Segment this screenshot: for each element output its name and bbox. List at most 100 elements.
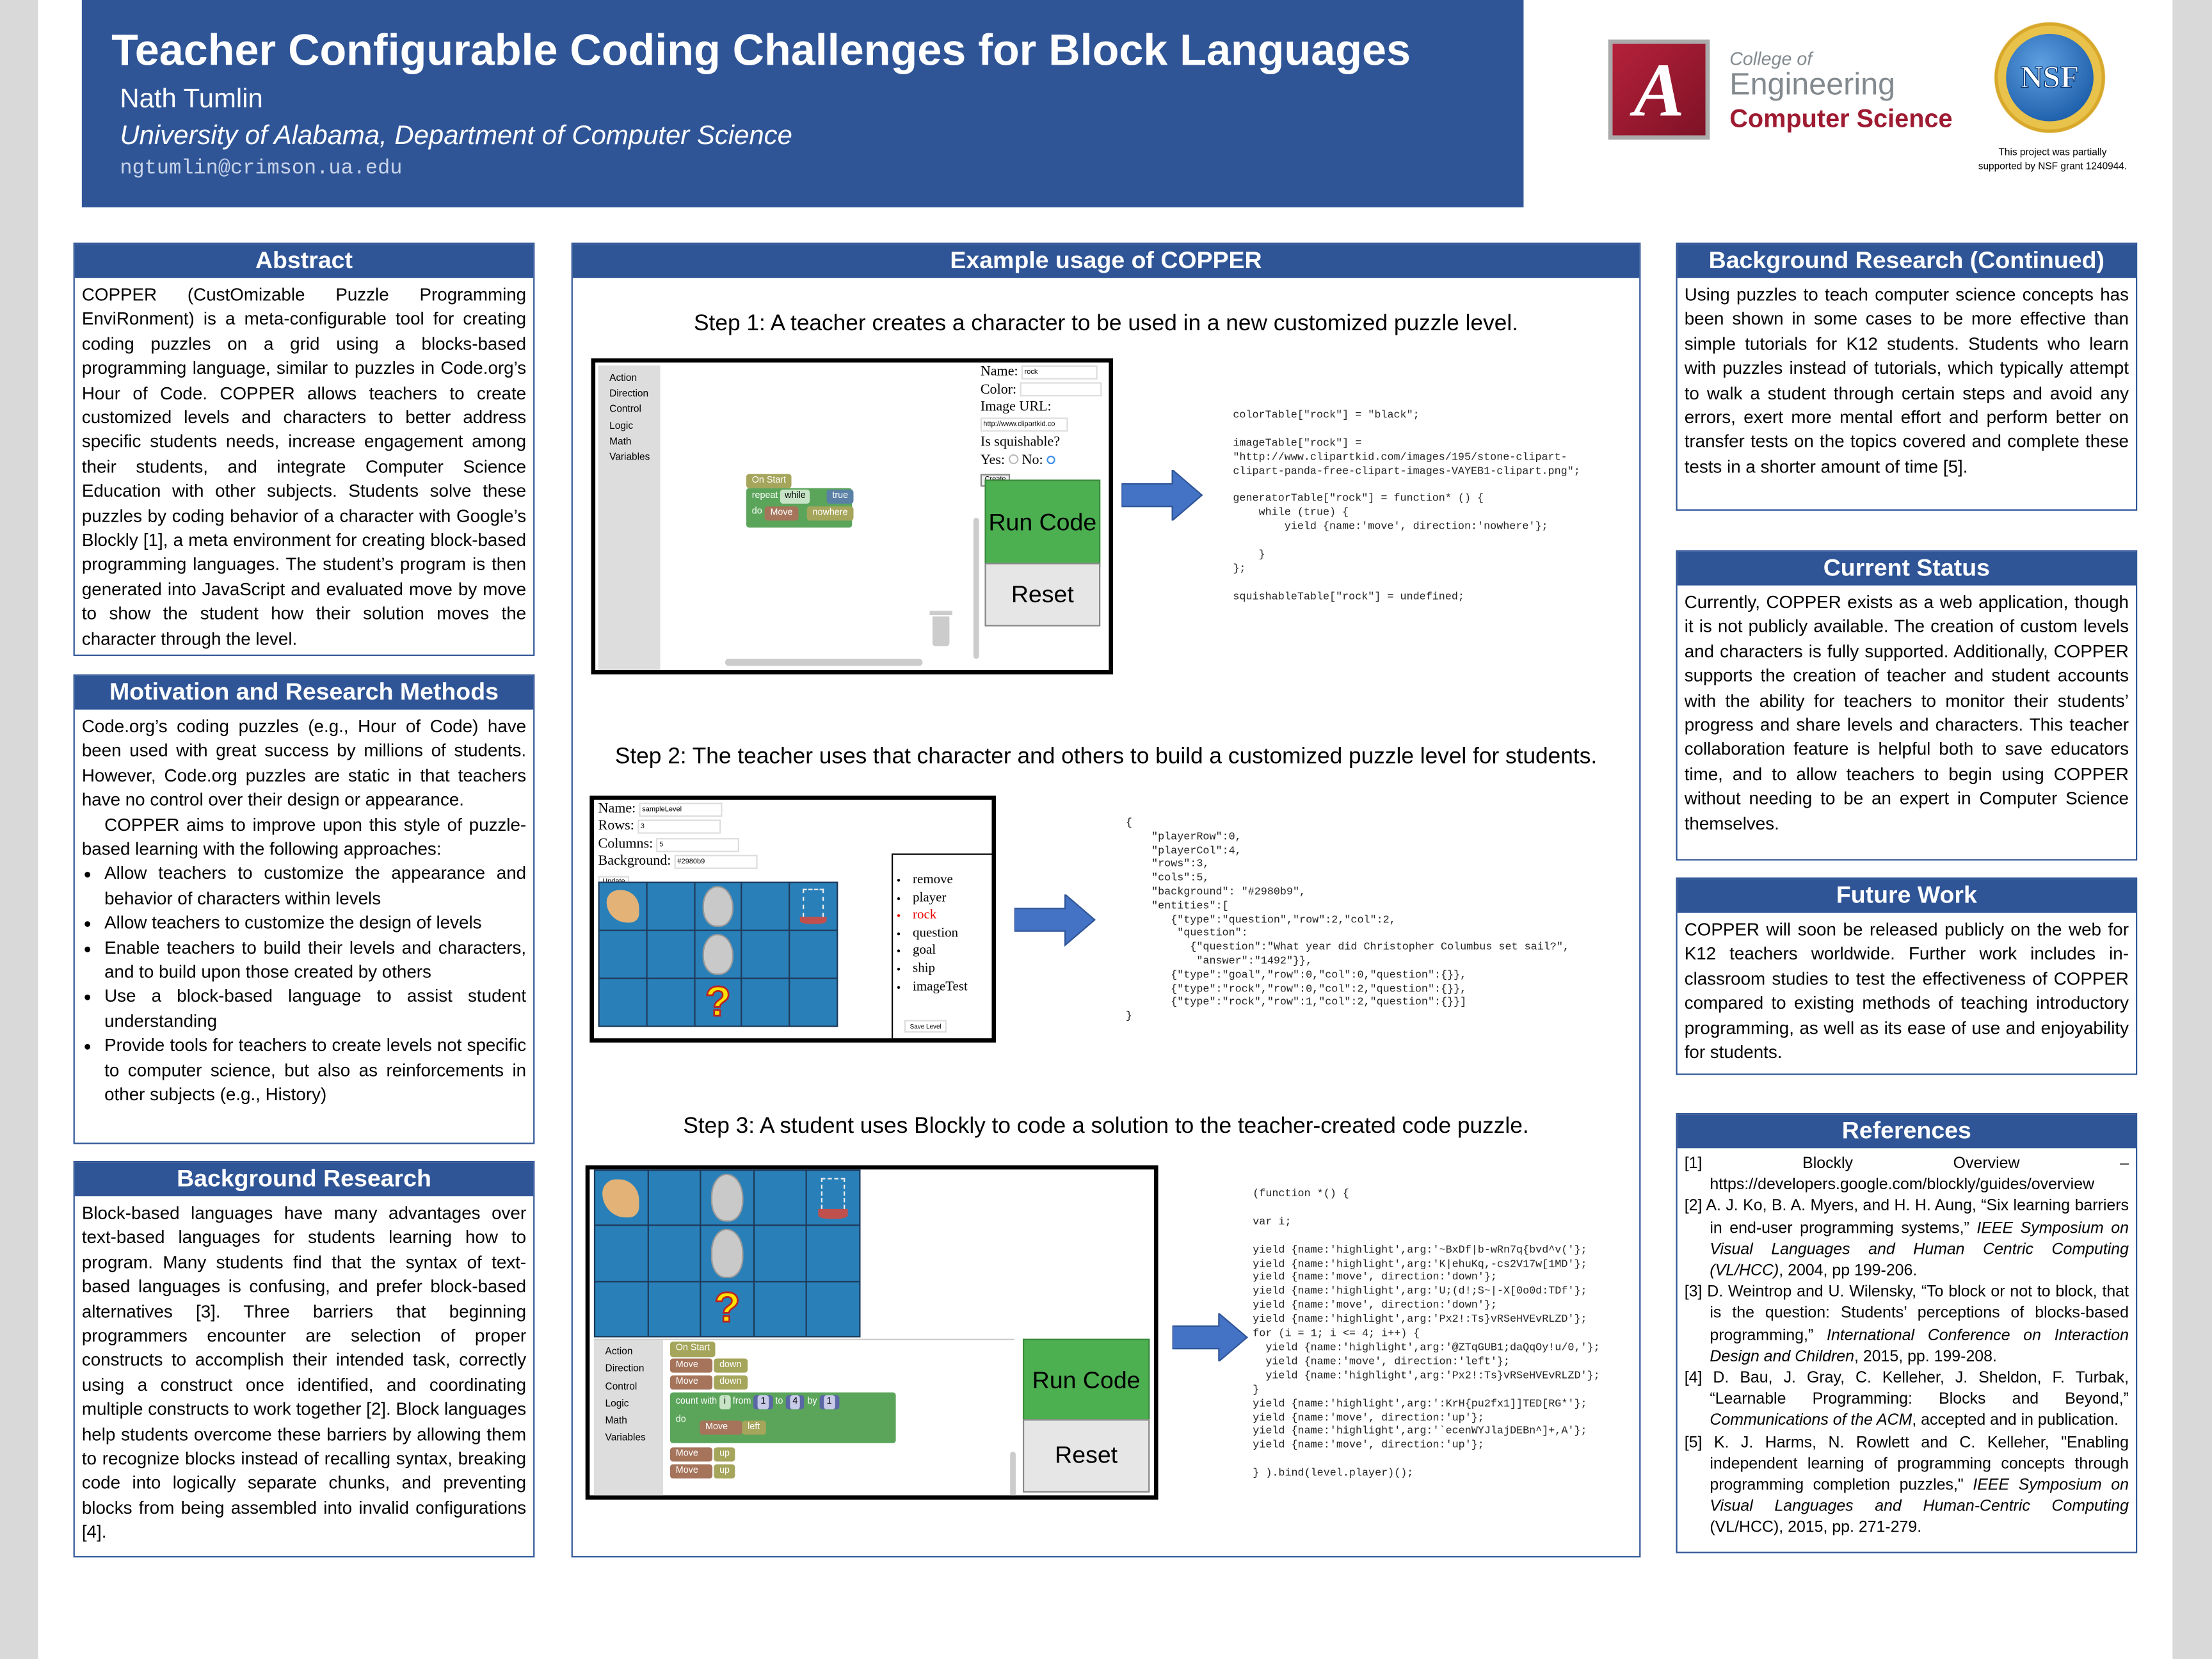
to-value[interactable]: 4 <box>789 1395 801 1409</box>
reset-button[interactable]: Reset <box>1022 1419 1150 1493</box>
columns-input[interactable]: 5 <box>656 837 740 852</box>
grid-cell[interactable] <box>648 1171 700 1225</box>
toolbox-category[interactable]: Logic <box>605 1397 663 1414</box>
grid-cell[interactable] <box>599 931 646 978</box>
grid-cell[interactable] <box>754 1226 806 1281</box>
grid-cell[interactable] <box>694 931 742 978</box>
toolbox-category[interactable]: Control <box>605 1379 663 1397</box>
grid-cell[interactable] <box>742 883 789 930</box>
references-list: [1] Blockly Overview – https://developer… <box>1685 1154 2129 1540</box>
character-code: colorTable["rock"] = "black"; imageTable… <box>1233 410 1580 604</box>
direction-block[interactable]: down <box>714 1375 748 1390</box>
grid-cell[interactable] <box>599 979 646 1026</box>
direction-block[interactable]: down <box>714 1358 748 1373</box>
grid-cell[interactable] <box>790 979 837 1026</box>
move-block[interactable]: Move <box>669 1447 713 1462</box>
run-code-button[interactable]: Run Code <box>984 479 1101 568</box>
no-radio[interactable] <box>1046 454 1055 464</box>
toolbox-category[interactable]: Variables <box>605 1431 663 1448</box>
palette-item-goal[interactable]: goal <box>913 943 991 961</box>
move-block[interactable]: Move <box>764 506 799 521</box>
grid-cell[interactable] <box>595 1226 647 1281</box>
rows-input[interactable]: 3 <box>637 819 721 834</box>
toolbox-category[interactable]: Direction <box>605 1362 663 1379</box>
vertical-scrollbar[interactable] <box>973 517 979 659</box>
level-name-input[interactable]: sampleLevel <box>639 802 723 817</box>
motivation-paragraph: Code.org’s coding puzzles (e.g., Hour of… <box>81 716 527 810</box>
name-input[interactable]: rock <box>1022 365 1098 380</box>
direction-block[interactable]: up <box>714 1464 735 1479</box>
grid-cell[interactable] <box>647 931 694 978</box>
yes-radio[interactable] <box>1008 453 1019 464</box>
move-block[interactable]: Move <box>669 1375 713 1390</box>
palette-item-rock[interactable]: rock <box>913 908 991 926</box>
run-code-button[interactable]: Run Code <box>1022 1338 1150 1423</box>
move-block[interactable]: Move <box>669 1464 713 1479</box>
toolbox-category[interactable]: Variables <box>609 450 660 466</box>
toolbox-category[interactable]: Logic <box>609 419 660 435</box>
move-block[interactable]: Move <box>669 1358 713 1373</box>
toolbox-category[interactable]: Math <box>605 1414 663 1431</box>
palette-item-remove[interactable]: remove <box>913 872 991 890</box>
grid-cell[interactable] <box>694 883 742 930</box>
grid-cell[interactable] <box>599 883 646 930</box>
horizontal-scrollbar[interactable] <box>725 659 923 666</box>
level-form: Name: sampleLevel Rows: 3 Columns: 5 Bac… <box>598 801 758 889</box>
columns-label: Columns: <box>598 836 653 852</box>
palette-item-question[interactable]: question <box>913 925 991 943</box>
grid-cell[interactable] <box>790 883 837 930</box>
save-level-button[interactable]: Save Level <box>904 1020 947 1033</box>
palette-item-imageTest[interactable]: imageTest <box>913 979 991 997</box>
grid-cell[interactable] <box>790 931 837 978</box>
toolbox-category[interactable]: Action <box>609 371 660 387</box>
direction-block[interactable]: left <box>742 1420 766 1435</box>
rock-icon <box>710 1229 744 1278</box>
grid-cell[interactable]: ? <box>701 1281 753 1336</box>
grid-cell[interactable] <box>701 1171 753 1225</box>
grid-cell[interactable]: ? <box>694 979 742 1026</box>
color-input[interactable] <box>1020 382 1102 397</box>
count-with-block[interactable]: count with i from 1 to 4 by 1 do <box>669 1392 896 1443</box>
grid-cell[interactable] <box>647 883 694 930</box>
palette-item-ship[interactable]: ship <box>913 961 991 979</box>
abstract-text: COPPER (CustOmizable Puzzle Programming … <box>81 285 527 649</box>
grid-cell[interactable] <box>742 931 789 978</box>
by-value[interactable]: 1 <box>824 1395 835 1409</box>
grid-cell[interactable] <box>807 1226 860 1281</box>
grid-cell[interactable] <box>807 1171 860 1225</box>
toolbox-category[interactable]: Action <box>605 1345 663 1362</box>
variable-dropdown[interactable]: i <box>719 1395 730 1409</box>
grid-cell[interactable] <box>647 979 694 1026</box>
image-url-input[interactable]: http://www.clipartkid.co <box>980 417 1068 432</box>
on-start-block[interactable]: On Start <box>746 474 792 488</box>
palette-item-player[interactable]: player <box>913 890 991 908</box>
on-start-block[interactable]: On Start <box>669 1342 716 1358</box>
true-block[interactable]: true <box>826 489 854 504</box>
by-label: by <box>807 1397 817 1407</box>
grid-cell[interactable] <box>754 1171 806 1225</box>
grid-cell[interactable] <box>807 1281 860 1336</box>
vertical-scrollbar[interactable] <box>1010 1452 1016 1496</box>
grid-cell[interactable] <box>701 1226 753 1281</box>
direction-block[interactable]: up <box>714 1447 735 1462</box>
grid-cell[interactable] <box>595 1171 647 1225</box>
trash-icon[interactable] <box>929 611 952 647</box>
level-grid[interactable]: ? <box>598 881 838 1027</box>
while-dropdown[interactable]: while <box>780 489 810 504</box>
from-value[interactable]: 1 <box>757 1395 769 1409</box>
reset-button[interactable]: Reset <box>984 563 1101 627</box>
grid-cell[interactable] <box>742 979 789 1026</box>
nowhere-block[interactable]: nowhere <box>806 506 854 521</box>
do-label: do <box>675 1415 686 1425</box>
toolbox-category[interactable]: Math <box>609 434 660 450</box>
grid-cell[interactable] <box>648 1226 700 1281</box>
grid-cell[interactable] <box>754 1281 806 1336</box>
step1-caption: Step 1: A teacher creates a character to… <box>694 312 1518 336</box>
background-input[interactable]: #2980b9 <box>674 854 758 869</box>
future-work-heading: Future Work <box>1677 879 2136 913</box>
grid-cell[interactable] <box>595 1281 647 1336</box>
move-block[interactable]: Move <box>700 1420 742 1435</box>
grid-cell[interactable] <box>648 1281 700 1336</box>
toolbox-category[interactable]: Direction <box>609 387 660 403</box>
toolbox-category[interactable]: Control <box>609 403 660 419</box>
